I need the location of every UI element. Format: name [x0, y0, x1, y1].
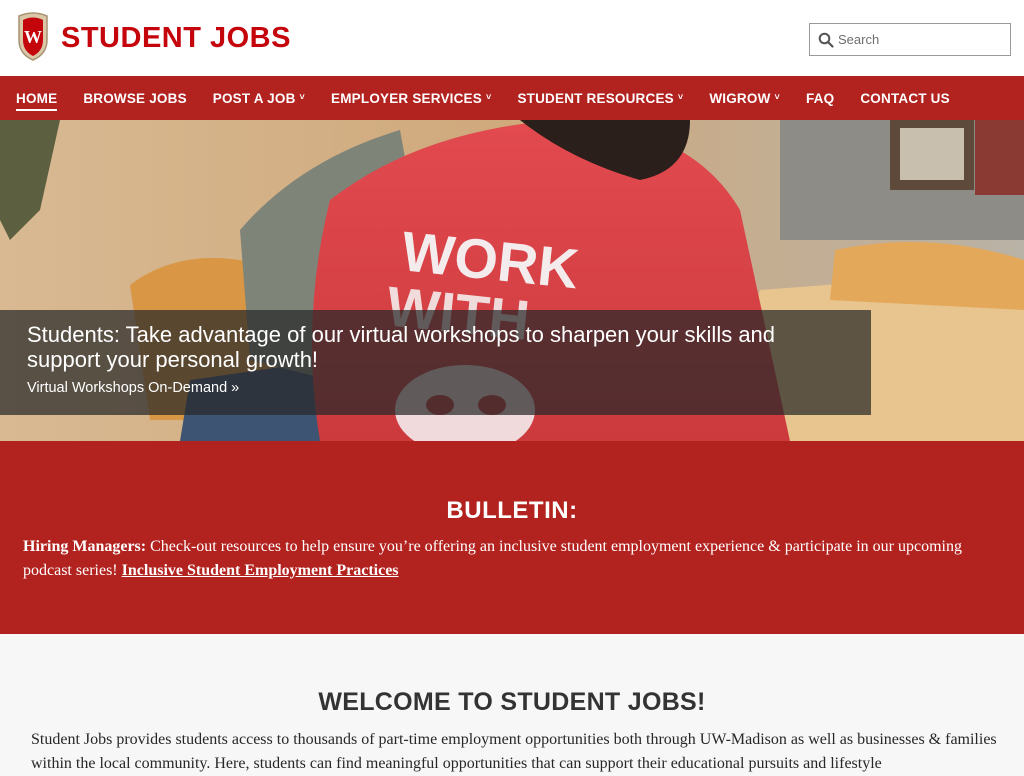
hero-banner: WORK WITH Students: Take advantage of ou…	[0, 120, 1024, 441]
chevron-down-icon: ˅	[774, 92, 780, 102]
chevron-down-icon: ˅	[677, 92, 684, 102]
nav-item-faq[interactable]: FAQ	[806, 76, 834, 120]
nav-item-label: CONTACT US	[860, 90, 950, 106]
bulletin-title: BULLETIN:	[446, 497, 578, 524]
nav-item-label: BROWSE JOBS	[83, 90, 187, 106]
site-title[interactable]: STUDENT JOBS	[61, 20, 291, 56]
welcome-text: Student Jobs provides students access to…	[31, 731, 997, 772]
search-icon[interactable]	[818, 32, 834, 48]
bulletin-section: BULLETIN: Hiring Managers: Check-out res…	[0, 441, 1024, 634]
welcome-section: WELCOME TO STUDENT JOBS! Student Jobs pr…	[0, 634, 1024, 776]
nav-item-student-resources[interactable]: STUDENT RESOURCES ˅	[517, 76, 683, 120]
bulletin-lead: Hiring Managers:	[23, 538, 147, 555]
chevron-down-icon: ˅	[299, 92, 306, 102]
nav-item-label: HOME	[16, 90, 58, 106]
bulletin-text: Hiring Managers: Check-out resources to …	[23, 535, 983, 583]
nav-list: HOME BROWSE JOBS POST A JOB ˅ EMPLOYER SERVI…	[16, 76, 976, 120]
nav-item-label: POST A JOB	[212, 90, 296, 106]
chevron-down-icon: ˅	[485, 92, 492, 102]
nav-item-browse-jobs[interactable]: BROWSE JOBS	[83, 76, 186, 120]
crest-letter: W	[24, 27, 42, 47]
nav-item-post-a-job[interactable]: POST A JOB ˅	[213, 76, 305, 120]
site-header: W STUDENT JOBS	[0, 0, 1024, 76]
nav-item-label: STUDENT RESOURCES	[517, 90, 674, 106]
nav-item-contact-us[interactable]: CONTACT US	[860, 76, 950, 120]
nav-item-label: FAQ	[805, 90, 835, 106]
nav-item-label: EMPLOYER SERVICES	[331, 90, 482, 106]
welcome-title: WELCOME TO STUDENT JOBS!	[318, 688, 706, 716]
virtual-workshops-link[interactable]: Virtual Workshops On-Demand »	[27, 380, 239, 396]
main-nav: HOME BROWSE JOBS POST A JOB ˅ EMPLOYER SERVI…	[0, 76, 1024, 120]
nav-item-home[interactable]: HOME	[16, 76, 58, 120]
nav-item-label: WIGROW	[709, 90, 771, 106]
inclusive-practices-link[interactable]: Inclusive Student Employment Practices	[122, 562, 399, 579]
hero-caption: Students: Take advantage of our virtual …	[0, 310, 871, 415]
nav-item-wigrow[interactable]: WIGROW ˅	[709, 76, 780, 120]
hero-headline: Students: Take advantage of our virtual …	[27, 322, 776, 372]
nav-item-employer-services[interactable]: EMPLOYER SERVICES ˅	[331, 76, 491, 120]
search-box	[809, 23, 1011, 56]
search-input[interactable]	[838, 24, 1008, 55]
uw-crest-logo[interactable]: W	[15, 10, 51, 62]
